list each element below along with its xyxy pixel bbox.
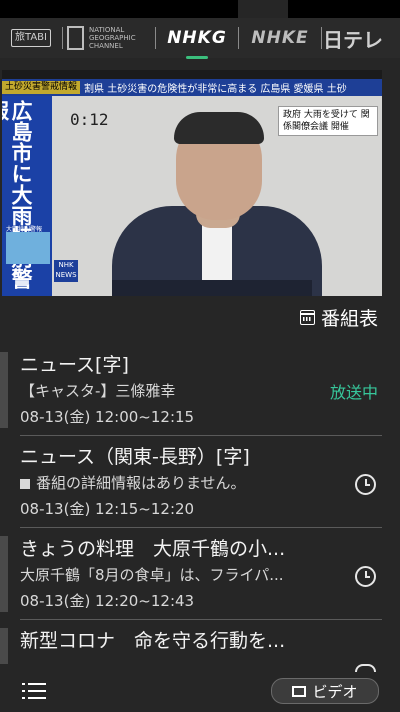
speaker-hair [174, 112, 264, 144]
program-marker [0, 536, 8, 612]
video-button[interactable]: ビデオ [271, 678, 379, 704]
clock-icon-partial [355, 664, 376, 672]
video-left-panel: 広島市に大雨特別警報 大雨特別警報 [2, 96, 52, 296]
program-item[interactable]: ニュース[字] 【キャスタ-】三條雅幸 08-13(金) 12:00~12:15… [0, 344, 400, 436]
channel-ntv-label: 日テレ [323, 27, 383, 52]
channel-nhkg-label: NHKG [167, 28, 227, 48]
program-title: ニュース（関東-長野）[字] [20, 446, 250, 468]
vertical-headline: 広島市に大雨特別警報 [2, 100, 33, 289]
video-button-label: ビデオ [312, 682, 358, 701]
program-desc: 【キャスタ-】三條雅幸 [20, 382, 176, 400]
channel-natgeo-label: NATIONAL GEOGRAPHIC CHANNEL [89, 26, 136, 50]
program-item[interactable]: きょうの料理 大原千鶴の小... 大原千鶴「8月の食卓」は、フライパ... 08… [0, 528, 400, 620]
program-marker [0, 628, 8, 664]
channel-nhke[interactable]: NHKE [239, 18, 321, 58]
program-guide-label: 番組表 [320, 308, 378, 330]
program-time: 08-13(金) 12:20~12:43 [20, 592, 195, 610]
channel-ntv[interactable]: 日テレ [322, 18, 384, 58]
list-menu-icon[interactable] [22, 683, 46, 699]
natgeo-frame-icon [67, 26, 84, 50]
program-guide-button[interactable]: 番組表 [299, 304, 378, 331]
channel-nhkg[interactable]: NHKG [156, 18, 238, 59]
nhk-news-logo: NHK NEWS [54, 260, 78, 282]
video-player[interactable]: 土砂災害警戒情報 割県 土砂災害の危険性が非常に高まる 広島県 愛媛県 土砂 広… [2, 70, 382, 296]
channel-natgeo[interactable]: NATIONAL GEOGRAPHIC CHANNEL [63, 18, 155, 58]
video-caption: 政府 大雨を受けて 関係閣僚会議 開催 [278, 106, 378, 136]
active-channel-indicator [186, 56, 208, 59]
program-desc: 大原千鶴「8月の食卓」は、フライパ... [20, 566, 284, 584]
program-item[interactable]: 新型コロナ 命を守る行動を... [0, 620, 400, 664]
program-item[interactable]: ニュース（関東-長野）[字] 番組の詳細情報はありません。 08-13(金) 1… [0, 436, 400, 528]
program-title: きょうの料理 大原千鶴の小... [20, 538, 286, 560]
ticker-text: 割県 土砂災害の危険性が非常に高まる 広島県 愛媛県 土砂 [84, 84, 347, 95]
program-title: 新型コロナ 命を守る行動を... [20, 630, 286, 652]
podium [112, 280, 312, 296]
program-title: ニュース[字] [20, 354, 129, 376]
video-top-strip [2, 70, 382, 79]
channel-bar: 旅TABI NATIONAL GEOGRAPHIC CHANNEL NHKG N… [0, 18, 400, 59]
video-ticker: 土砂災害警戒情報 割県 土砂災害の危険性が非常に高まる 広島県 愛媛県 土砂 [2, 79, 382, 96]
program-time: 08-13(金) 12:00~12:15 [20, 408, 195, 426]
map-thumbnail [6, 232, 50, 264]
square-icon [20, 478, 30, 489]
program-time: 08-13(金) 12:15~12:20 [20, 500, 195, 518]
ticker-tag: 土砂災害警戒情報 [2, 81, 81, 94]
channel-tabi-logo: 旅TABI [11, 29, 51, 47]
program-marker [0, 352, 8, 428]
video-clock: 0:12 [70, 110, 109, 129]
reminder-clock-icon[interactable] [355, 566, 376, 587]
channel-nhke-label: NHKE [251, 28, 309, 48]
channel-tabi[interactable]: 旅TABI [0, 18, 62, 58]
status-bar-right [288, 0, 400, 20]
on-air-badge: 放送中 [329, 383, 378, 402]
program-desc-text: 番組の詳細情報はありません。 [36, 474, 246, 492]
program-desc: 番組の詳細情報はありません。 [20, 472, 246, 493]
calendar-icon [299, 310, 315, 325]
status-bar-left [0, 0, 238, 20]
reminder-clock-icon[interactable] [355, 474, 376, 495]
bottom-bar: ビデオ [0, 664, 400, 712]
film-icon [292, 685, 307, 697]
